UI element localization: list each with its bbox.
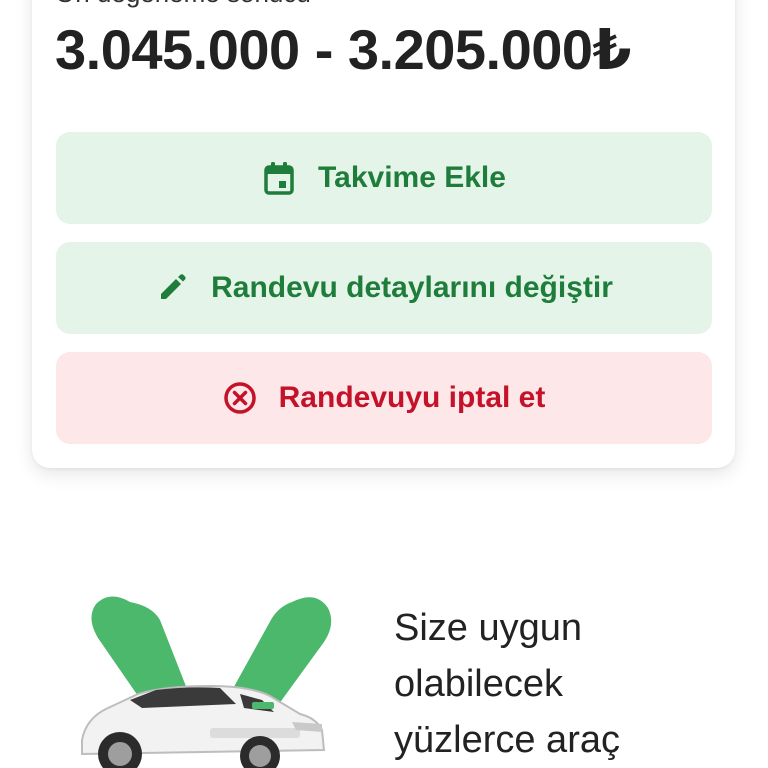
add-to-calendar-button[interactable]: Takvime Ekle bbox=[56, 132, 712, 224]
cancel-appointment-button[interactable]: Randevuyu iptal et bbox=[56, 352, 712, 444]
valuation-label: Ön değerleme sonucu bbox=[55, 0, 311, 9]
pencil-icon bbox=[155, 271, 189, 305]
car-shape bbox=[81, 684, 326, 768]
promo-text: Size uygun olabilecek yüzlerce araç bbox=[394, 600, 754, 768]
edit-appointment-label: Randevu detaylarını değiştir bbox=[211, 271, 613, 304]
cancel-appointment-label: Randevuyu iptal et bbox=[278, 381, 546, 414]
car-illustration bbox=[60, 590, 360, 768]
calendar-icon bbox=[262, 161, 296, 195]
price-range: 3.045.000 - 3.205.000₺ bbox=[55, 18, 632, 81]
promo-line-1: Size uygun bbox=[394, 607, 583, 649]
add-to-calendar-label: Takvime Ekle bbox=[318, 161, 506, 194]
promo-line-2: olabilecek bbox=[394, 663, 563, 705]
promo-line-3: yüzlerce araç bbox=[394, 719, 620, 761]
edit-appointment-button[interactable]: Randevu detaylarını değiştir bbox=[56, 242, 712, 334]
page: Ön değerleme sonucu 3.045.000 - 3.205.00… bbox=[0, 0, 768, 768]
close-circle-icon bbox=[223, 381, 257, 415]
